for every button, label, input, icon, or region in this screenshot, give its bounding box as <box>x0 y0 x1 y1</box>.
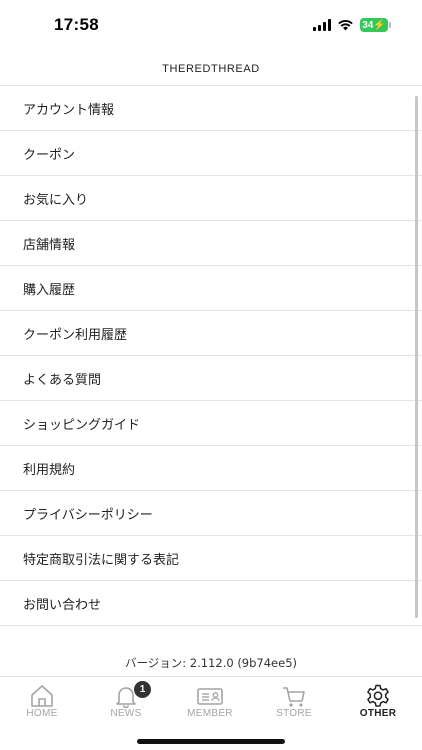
notification-badge: 1 <box>134 681 151 698</box>
signal-icon <box>313 19 331 31</box>
menu-item-label: お気に入り <box>23 192 89 208</box>
menu-item-faq[interactable]: よくある質問 <box>0 356 422 401</box>
version-text: バージョン: 2.112.0 (9b74ee5) <box>124 656 298 670</box>
menu-item-label: ショッピングガイド <box>23 417 141 433</box>
status-icons: 34 ⚡ <box>313 18 391 32</box>
menu-item-label: プライバシーポリシー <box>23 507 153 523</box>
member-card-icon <box>197 688 223 705</box>
battery-level: 34 <box>362 19 374 31</box>
tab-label: OTHER <box>359 708 397 719</box>
menu-item-label: 特定商取引法に関する表記 <box>23 552 180 568</box>
scrollbar[interactable] <box>415 96 418 618</box>
tab-label: NEWS <box>110 708 142 719</box>
menu-item-contact[interactable]: お問い合わせ <box>0 581 422 626</box>
status-bar: 17:58 34 ⚡ <box>0 0 422 50</box>
menu-item-account[interactable]: アカウント情報 <box>0 86 422 131</box>
menu-item-label: アカウント情報 <box>23 102 115 118</box>
gear-icon <box>367 684 389 707</box>
menu-list: アカウント情報 クーポン お気に入り 店舗情報 購入履歴 クーポン利用履歴 よく… <box>0 86 422 626</box>
tab-label: MEMBER <box>187 708 233 719</box>
menu-item-label: 利用規約 <box>23 462 76 478</box>
menu-item-coupon[interactable]: クーポン <box>0 131 422 176</box>
tab-news[interactable]: 1 NEWS <box>84 677 168 727</box>
cart-icon <box>283 687 305 707</box>
tab-home[interactable]: HOME <box>0 677 84 727</box>
menu-item-shopping-guide[interactable]: ショッピングガイド <box>0 401 422 446</box>
menu-item-label: よくある質問 <box>23 372 102 388</box>
menu-item-label: クーポン <box>23 147 76 163</box>
tab-store[interactable]: STORE <box>252 677 336 727</box>
menu-item-commercial-law[interactable]: 特定商取引法に関する表記 <box>0 536 422 581</box>
menu-item-label: 店舗情報 <box>23 237 76 253</box>
tab-label: STORE <box>276 708 312 719</box>
battery-indicator: 34 ⚡ <box>360 18 391 32</box>
app-header: THEREDTHREAD <box>0 52 422 86</box>
menu-item-store-info[interactable]: 店舗情報 <box>0 221 422 266</box>
menu-item-label: クーポン利用履歴 <box>23 327 128 343</box>
menu-item-coupon-history[interactable]: クーポン利用履歴 <box>0 311 422 356</box>
menu-item-label: 購入履歴 <box>23 282 76 298</box>
menu-item-terms[interactable]: 利用規約 <box>0 446 422 491</box>
home-indicator[interactable] <box>137 739 285 744</box>
brand-logo: THEREDTHREAD <box>162 62 260 75</box>
wifi-icon <box>338 20 353 31</box>
menu-item-purchase-history[interactable]: 購入履歴 <box>0 266 422 311</box>
tab-member[interactable]: MEMBER <box>168 677 252 727</box>
menu-item-label: お問い合わせ <box>23 597 102 613</box>
status-time: 17:58 <box>54 15 99 34</box>
home-icon <box>31 685 53 707</box>
menu-item-favorites[interactable]: お気に入り <box>0 176 422 221</box>
tab-other[interactable]: OTHER <box>336 677 420 727</box>
menu-item-privacy-policy[interactable]: プライバシーポリシー <box>0 491 422 536</box>
tab-label: HOME <box>26 708 58 719</box>
